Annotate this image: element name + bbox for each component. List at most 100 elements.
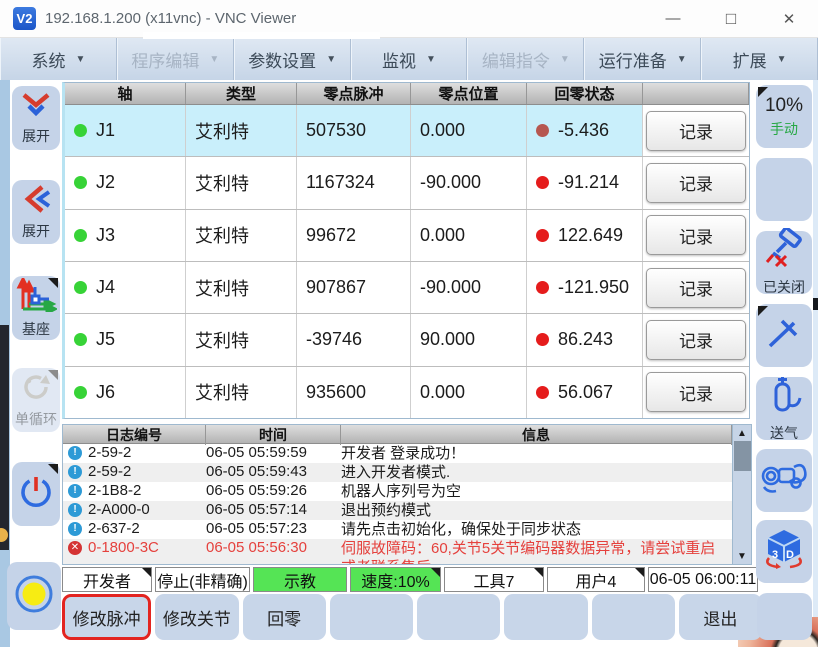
menu-label: 监视 bbox=[382, 47, 416, 72]
bottom-button-bar: 修改脉冲修改关节回零 退出 bbox=[62, 594, 762, 640]
blank-bottom-2[interactable] bbox=[417, 594, 500, 640]
maximize-button[interactable]: □ bbox=[702, 1, 760, 37]
status-user-frame[interactable]: 用户4 bbox=[547, 567, 645, 592]
menu-1[interactable]: 系统▼ bbox=[0, 38, 117, 80]
axis-row-J6[interactable]: J6艾利特9356000.00056.067记录 bbox=[65, 367, 749, 418]
menu-7[interactable]: 扩展▼ bbox=[701, 38, 818, 80]
record-button-J6[interactable]: 记录 bbox=[646, 372, 746, 412]
torch-button[interactable] bbox=[756, 304, 812, 367]
record-button-J1[interactable]: 记录 bbox=[646, 111, 746, 151]
torch-off-button[interactable]: 已关闭 bbox=[756, 231, 812, 294]
column-header: 回零状态 bbox=[527, 83, 643, 104]
axes-icon bbox=[15, 278, 57, 317]
grip-device-button[interactable] bbox=[756, 449, 812, 512]
log-entry[interactable]: !2-637-206-05 05:57:23请先点击初始化，确保处于同步状态 bbox=[63, 520, 732, 539]
record-button-J2[interactable]: 记录 bbox=[646, 163, 746, 203]
record-button-J3[interactable]: 记录 bbox=[646, 215, 746, 255]
type-value: 艾利特 bbox=[195, 222, 249, 248]
axis-ok-dot-icon bbox=[74, 124, 87, 137]
power-icon bbox=[18, 474, 54, 515]
chevrons-down-icon bbox=[18, 91, 54, 124]
speed-mode-button[interactable]: 10%手动 bbox=[756, 85, 812, 148]
status-tool[interactable]: 工具7 bbox=[444, 567, 544, 592]
chevron-down-icon: ▼ bbox=[560, 54, 570, 65]
modify-pulse-button[interactable]: 修改脉冲 bbox=[62, 594, 151, 640]
single-cycle-button-label: 单循环 bbox=[15, 409, 57, 429]
info-icon: ! bbox=[68, 503, 82, 517]
status-user-frame-label: 用户4 bbox=[576, 568, 617, 592]
status-bar: 开发者 停止(非精确)示教速度:10% 工具7 用户4 06-05 06:00:11 bbox=[62, 566, 762, 593]
menu-3[interactable]: 参数设置▼ bbox=[234, 38, 351, 80]
status-lamp-button[interactable] bbox=[7, 562, 61, 630]
record-button-J5[interactable]: 记录 bbox=[646, 320, 746, 360]
position-value: 0.000 bbox=[420, 382, 465, 403]
log-entry[interactable]: !2-59-206-05 05:59:43进入开发者模式. bbox=[63, 463, 732, 482]
view-3d-button[interactable]: 3D bbox=[756, 520, 812, 583]
home-status-dot-icon bbox=[536, 229, 549, 242]
scroll-up-icon[interactable]: ▲ bbox=[733, 425, 752, 441]
status-run-state-label: 停止(非精确) bbox=[157, 568, 248, 592]
power-button[interactable] bbox=[12, 462, 60, 526]
chevron-down-icon: ▼ bbox=[777, 54, 787, 65]
column-header bbox=[643, 83, 749, 104]
air-supply-button[interactable]: 送气 bbox=[756, 377, 812, 440]
title-bar: V2 192.168.1.200 (x11vnc) - VNC Viewer —… bbox=[0, 0, 818, 38]
column-header: 轴 bbox=[65, 83, 186, 104]
position-value: 0.000 bbox=[420, 225, 465, 246]
menu-4[interactable]: 监视 ▼ bbox=[351, 38, 468, 80]
menu-6[interactable]: 运行准备▼ bbox=[584, 38, 701, 80]
status-user-role-label: 开发者 bbox=[83, 568, 131, 592]
base-frame-button[interactable]: 基座 bbox=[12, 276, 60, 340]
log-entry[interactable]: !2-1B8-206-05 05:59:26机器人序列号为空 bbox=[63, 482, 732, 501]
log-message: 机器人序列号为空 bbox=[341, 482, 732, 501]
blank-bottom-3[interactable] bbox=[504, 594, 587, 640]
axis-row-J5[interactable]: J5艾利特-3974690.00086.243记录 bbox=[65, 314, 749, 366]
info-icon: ! bbox=[68, 522, 82, 536]
main-area: 轴类型零点脉冲零点位置回零状态 J1艾利特5075300.000-5.436记录… bbox=[0, 80, 818, 647]
log-message: 伺服故障码：60,关节5关节编码器数据异常，请尝试重启或者联系售后 bbox=[341, 539, 732, 565]
log-entry[interactable]: !2-A000-006-05 05:57:14退出预约模式 bbox=[63, 501, 732, 520]
axis-row-J3[interactable]: J3艾利特996720.000122.649记录 bbox=[65, 210, 749, 262]
go-home-button[interactable]: 回零 bbox=[243, 594, 326, 640]
blank-bottom-4[interactable] bbox=[592, 594, 675, 640]
axis-row-J4[interactable]: J4艾利特907867-90.000-121.950记录 bbox=[65, 262, 749, 314]
log-scrollbar[interactable]: ▲ ▼ bbox=[732, 425, 751, 564]
status-speed[interactable]: 速度:10% bbox=[350, 567, 441, 592]
svg-text:3: 3 bbox=[772, 549, 778, 561]
blank-bottom-1[interactable] bbox=[330, 594, 413, 640]
status-user-role[interactable]: 开发者 bbox=[62, 567, 152, 592]
record-button-J4[interactable]: 记录 bbox=[646, 268, 746, 308]
minimize-button[interactable]: — bbox=[644, 1, 702, 37]
modify-joint-button[interactable]: 修改关节 bbox=[155, 594, 238, 640]
log-entry[interactable]: !2-59-206-05 05:59:59开发者 登录成功！ bbox=[63, 444, 732, 463]
log-time: 06-05 05:57:14 bbox=[206, 501, 341, 518]
log-time: 06-05 05:57:23 bbox=[206, 520, 341, 537]
lamp-icon bbox=[13, 573, 55, 620]
info-icon: ! bbox=[68, 484, 82, 498]
exit-button[interactable]: 退出 bbox=[679, 594, 762, 640]
status-value: 56.067 bbox=[558, 382, 613, 403]
vnc-viewer-window: V2 192.168.1.200 (x11vnc) - VNC Viewer —… bbox=[0, 0, 818, 647]
close-button[interactable]: ✕ bbox=[760, 1, 818, 37]
scroll-down-icon[interactable]: ▼ bbox=[733, 548, 752, 564]
blank-button-2[interactable] bbox=[757, 593, 812, 640]
axis-row-J1[interactable]: J1艾利特5075300.000-5.436记录 bbox=[65, 105, 749, 157]
position-value: 0.000 bbox=[420, 120, 465, 141]
expand-down-button[interactable]: 展开 bbox=[12, 86, 60, 150]
status-speed-label: 速度:10% bbox=[361, 568, 429, 592]
expand-left-button[interactable]: 展开 bbox=[12, 180, 60, 244]
scrollbar-thumb[interactable] bbox=[734, 441, 751, 471]
axis-value: J5 bbox=[96, 329, 115, 350]
status-teach-mode: 示教 bbox=[253, 567, 347, 592]
background-fragment-right bbox=[813, 298, 818, 310]
log-id: 2-1B8-2 bbox=[88, 482, 141, 499]
status-clock: 06-05 06:00:11 bbox=[648, 567, 758, 592]
column-header: 零点位置 bbox=[411, 83, 527, 104]
chevron-down-icon: ▼ bbox=[426, 54, 436, 65]
axis-row-J2[interactable]: J2艾利特1167324-90.000-91.214记录 bbox=[65, 157, 749, 209]
position-value: -90.000 bbox=[420, 172, 481, 193]
log-entry[interactable]: ✕0-1800-3C06-05 05:56:30伺服故障码：60,关节5关节编码… bbox=[63, 539, 732, 565]
torch-off-button-label: 已关闭 bbox=[763, 277, 805, 297]
blank-button-1[interactable] bbox=[756, 158, 812, 221]
log-message: 退出预约模式 bbox=[341, 501, 732, 520]
